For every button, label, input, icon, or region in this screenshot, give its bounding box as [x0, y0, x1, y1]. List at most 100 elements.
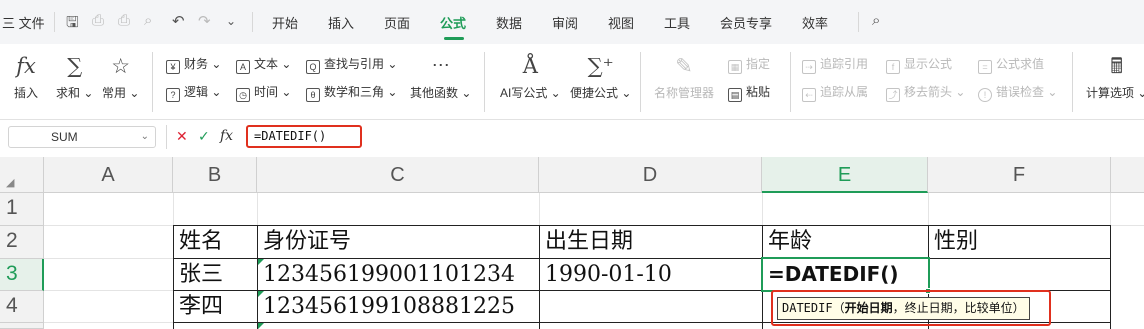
formula-input[interactable]: =DATEDIF()	[246, 125, 362, 148]
fx-icon: f	[886, 60, 900, 74]
quick-sum-icon: ∑⁺	[587, 54, 614, 78]
tab-formulas[interactable]: 公式	[440, 13, 466, 32]
row-header-4[interactable]: 4	[0, 291, 44, 323]
save-icon[interactable]: 🖫	[66, 12, 79, 37]
column-header-a[interactable]: A	[44, 157, 173, 193]
tab-insert[interactable]: 插入	[328, 13, 354, 32]
finance-functions-button[interactable]: ¥ 财务 ⌄	[166, 55, 221, 74]
math-functions-button[interactable]: θ 数学和三角 ⌄	[306, 83, 397, 102]
table-header-birthdate[interactable]: 出生日期	[540, 226, 762, 258]
chevron-down-icon[interactable]: ⌄	[141, 127, 149, 147]
tab-view[interactable]: 视图	[608, 13, 634, 32]
export-icon[interactable]: ⎙	[92, 12, 104, 29]
trace-dependents-button[interactable]: ⇠ 追踪从属	[802, 83, 868, 102]
tab-review[interactable]: 审阅	[552, 13, 578, 32]
define-name-button[interactable]: ▦ 指定	[728, 55, 770, 74]
other-functions-button[interactable]: ⋯ 其他函数 ⌄	[410, 52, 471, 101]
table-header-id[interactable]: 身份证号	[258, 226, 539, 258]
calc-options-button[interactable]: 🖩 计算选项 ⌄	[1086, 52, 1144, 101]
more-functions-icon: ⋯	[431, 55, 450, 76]
active-cell-border	[761, 257, 930, 292]
divider	[54, 12, 55, 32]
row-header-3[interactable]: 3	[0, 259, 44, 291]
active-tab-indicator	[444, 37, 464, 40]
error-indicator-icon	[258, 291, 264, 297]
gridline	[762, 193, 763, 225]
tab-efficiency[interactable]: 效率	[802, 13, 828, 32]
divider	[640, 52, 641, 112]
column-header-b[interactable]: B	[173, 157, 257, 193]
table-cell[interactable]: 123456199108881225	[258, 291, 539, 322]
column-header-d[interactable]: D	[539, 157, 762, 193]
error-indicator-icon	[258, 323, 264, 329]
table-cell[interactable]: 李四	[174, 291, 257, 322]
formula-bar: SUM ⌄ ✕ ✓ fx =DATEDIF()	[0, 122, 1144, 152]
quick-formula-button[interactable]: ∑⁺ 便捷公式 ⌄	[570, 52, 631, 101]
confirm-icon[interactable]: ✓	[198, 128, 210, 145]
show-formulas-button[interactable]: f 显示公式	[886, 55, 952, 74]
tab-tools[interactable]: 工具	[664, 13, 690, 32]
fx-icon: fx	[16, 54, 36, 78]
paste-name-button[interactable]: ▤ 粘贴	[728, 83, 770, 102]
row-header-5[interactable]: 5	[0, 323, 44, 329]
time-functions-button[interactable]: ◷ 时间 ⌄	[236, 83, 291, 102]
column-header-f[interactable]: F	[928, 157, 1111, 193]
undo-icon[interactable]: ↶	[172, 12, 185, 30]
evaluate-icon: =	[978, 60, 992, 74]
error-indicator-icon	[258, 259, 264, 265]
table-cell[interactable]	[540, 291, 762, 322]
star-icon: ☆	[111, 54, 131, 78]
autosum-button[interactable]: ∑ 求和 ⌄	[56, 52, 93, 101]
fx-icon[interactable]: fx	[220, 128, 233, 144]
trace-icon: ⇢	[802, 60, 816, 74]
table-header-name[interactable]: 姓名	[174, 226, 257, 258]
preview-icon[interactable]: ⌕	[144, 12, 152, 29]
row-header-2[interactable]: 2	[0, 226, 44, 259]
file-menu[interactable]: 三 文件	[2, 13, 45, 32]
column-header-e[interactable]: E	[762, 157, 928, 193]
table-header-gender[interactable]: 性别	[929, 226, 1110, 258]
table-header-age[interactable]: 年龄	[763, 226, 928, 258]
common-functions-button[interactable]: ☆ 常用 ⌄	[102, 52, 139, 101]
trace-precedents-button[interactable]: ⇢ 追踪引用	[802, 55, 868, 74]
redo-icon[interactable]: ↷	[198, 12, 211, 30]
table-cell[interactable]	[929, 259, 1110, 290]
table-cell[interactable]: 123456199001101234	[258, 259, 539, 290]
column-header-c[interactable]: C	[257, 157, 539, 193]
select-all-corner[interactable]: ◢	[0, 157, 44, 193]
chevron-down-icon[interactable]: ⌄	[226, 14, 236, 28]
lookup-functions-button[interactable]: Q 查找与引用 ⌄	[306, 55, 397, 74]
remove-arrows-icon: ⤴	[886, 88, 900, 102]
search-icon[interactable]: ⌕	[872, 12, 880, 29]
paste-icon: ▤	[728, 88, 742, 102]
gridline	[928, 193, 929, 225]
tab-page[interactable]: 页面	[384, 13, 410, 32]
tab-member[interactable]: 会员专享	[720, 13, 772, 32]
tab-data[interactable]: 数据	[496, 13, 522, 32]
insert-function-button[interactable]: fx 插入	[14, 52, 38, 101]
row-header-1[interactable]: 1	[0, 193, 44, 226]
divider	[790, 52, 791, 112]
ai-formula-button[interactable]: Å AI写公式 ⌄	[500, 52, 561, 101]
finance-icon: ¥	[166, 60, 180, 74]
define-icon: ▦	[728, 60, 742, 74]
gridline	[539, 193, 540, 225]
print-icon[interactable]: ⎙	[118, 12, 130, 29]
name-box[interactable]: SUM ⌄	[8, 126, 156, 148]
cancel-icon[interactable]: ✕	[176, 128, 188, 145]
divider	[166, 125, 167, 149]
table-cell[interactable]: 1990-01-10	[540, 259, 762, 290]
error-check-button[interactable]: ! 错误检查 ⌄	[978, 83, 1057, 102]
logic-functions-button[interactable]: ? 逻辑 ⌄	[166, 83, 221, 102]
column-header-g[interactable]	[1111, 157, 1144, 193]
text-functions-button[interactable]: A 文本 ⌄	[236, 55, 291, 74]
gridline	[44, 290, 173, 291]
tab-home[interactable]: 开始	[272, 13, 298, 32]
remove-arrows-button[interactable]: ⤴ 移去箭头 ⌄	[886, 83, 965, 102]
name-manager-button[interactable]: ✎ 名称管理器	[654, 52, 714, 101]
evaluate-formula-button[interactable]: = 公式求值	[978, 55, 1044, 74]
table-cell[interactable]: 张三	[174, 259, 257, 290]
divider	[252, 12, 253, 32]
lookup-icon: Q	[306, 60, 320, 74]
gridline	[44, 322, 173, 323]
